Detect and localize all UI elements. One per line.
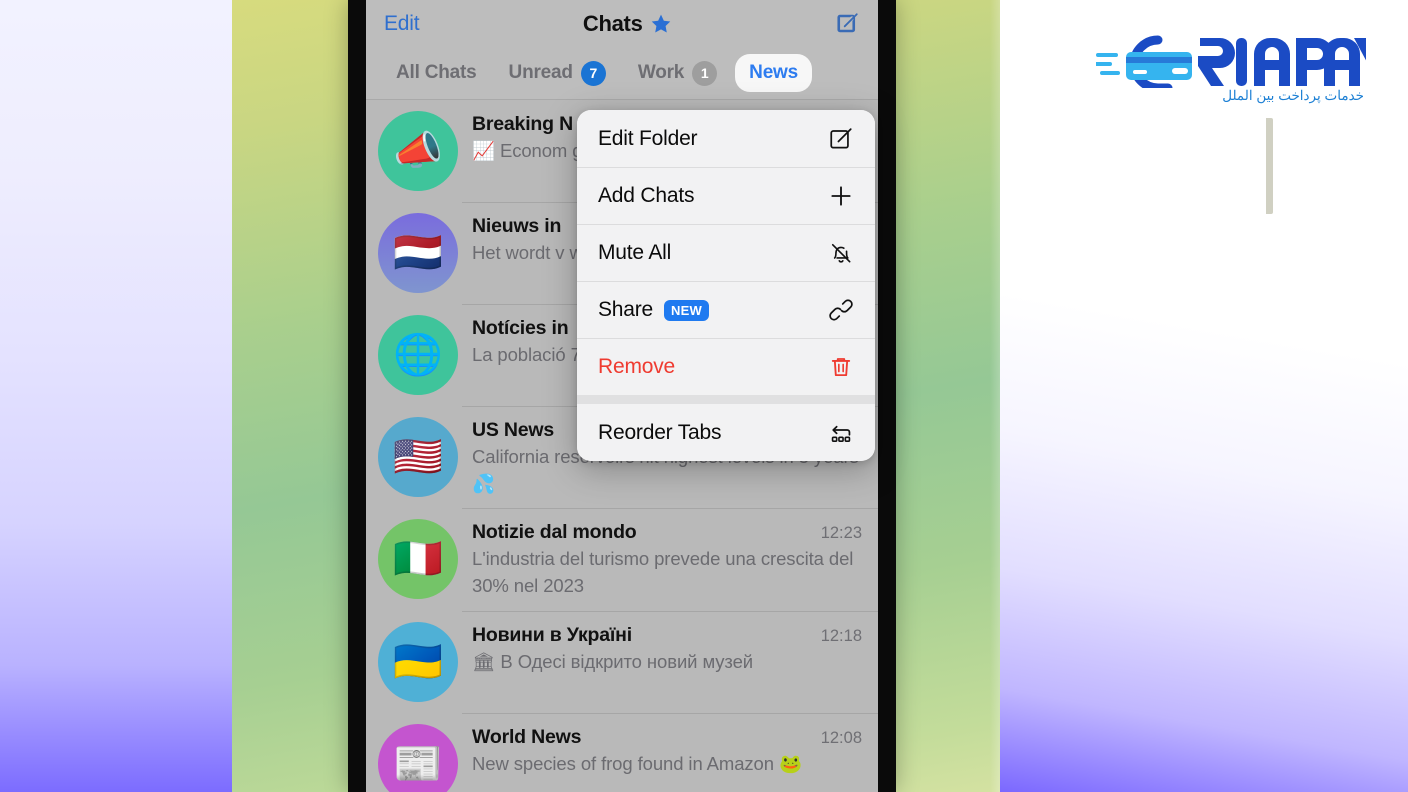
- chat-timestamp: 12:08: [820, 728, 862, 747]
- menu-item-add-chats-label: Add Chats: [598, 184, 695, 207]
- tab-all-chats-label: All Chats: [396, 62, 477, 83]
- chat-title: Nieuws in: [472, 215, 562, 237]
- link-icon: [829, 299, 853, 321]
- logo-subtitle: خدمات پرداخت بین الملل: [1222, 88, 1364, 103]
- tab-unread-label: Unread: [508, 62, 573, 83]
- chat-title: Breaking N: [472, 113, 573, 135]
- menu-item-edit-folder[interactable]: Edit Folder: [577, 110, 875, 167]
- chat-title: Notícies in: [472, 317, 569, 339]
- new-badge: NEW: [664, 299, 709, 321]
- menu-item-reorder-tabs-label: Reorder Tabs: [598, 420, 722, 444]
- chat-title: World News: [472, 725, 582, 748]
- logo-mark: [1096, 35, 1366, 88]
- menu-item-mute-all[interactable]: Mute All: [577, 224, 875, 281]
- tab-news-label: News: [749, 62, 799, 83]
- compose-icon[interactable]: [835, 11, 860, 36]
- reorder-icon: [831, 425, 851, 442]
- avatar: 🇳🇱: [378, 213, 458, 293]
- chat-timestamp: 12:18: [820, 626, 862, 645]
- folder-context-menu: Edit Folder Add Chats Mute All Share NEW: [577, 110, 875, 461]
- menu-item-mute-all-label: Mute All: [598, 241, 672, 264]
- star-icon: [651, 14, 670, 33]
- chat-preview: New species of frog found in Amazon 🐸: [472, 752, 802, 774]
- phone-power-button: [1266, 118, 1273, 214]
- plus-icon: [831, 186, 851, 206]
- avatar: 🇺🇸: [378, 417, 458, 497]
- chat-list-item[interactable]: 🇮🇹 Notizie dal mondo 12:23 L'industria d…: [366, 508, 878, 610]
- page-title-label: Chats: [582, 10, 643, 36]
- menu-item-share[interactable]: Share NEW: [577, 281, 875, 338]
- tab-unread-badge: 7: [580, 60, 606, 86]
- tab-unread[interactable]: Unread 7: [495, 53, 620, 94]
- chat-preview: L'industria del turismo prevede una cres…: [472, 548, 854, 596]
- chat-title: US News: [472, 419, 555, 441]
- avatar: 📣: [378, 111, 458, 191]
- chat-folder-tabs: All Chats Unread 7 Work 1 News: [366, 47, 878, 100]
- menu-item-add-chats[interactable]: Add Chats: [577, 167, 875, 224]
- menu-item-remove-label: Remove: [598, 355, 675, 378]
- tab-work-badge: 1: [692, 60, 718, 86]
- ariapay-logo: خدمات پرداخت بین الملل: [1096, 30, 1366, 103]
- edit-square-icon: [830, 127, 852, 149]
- chat-list-item[interactable]: 🇺🇦 Новини в Україні 12:18 🏛 В Одесі відк…: [366, 610, 878, 713]
- tab-all-chats[interactable]: All Chats: [382, 54, 491, 92]
- bell-slash-icon: [831, 243, 851, 263]
- menu-separator: [577, 395, 875, 404]
- menu-item-share-label: Share: [598, 298, 654, 321]
- avatar: 📰: [378, 723, 458, 792]
- chat-list-item[interactable]: 📰 World News 12:08 New species of frog f…: [366, 712, 878, 792]
- trash-icon: [831, 358, 851, 377]
- menu-item-edit-folder-label: Edit Folder: [598, 126, 698, 150]
- chat-title: Новини в Україні: [472, 623, 632, 646]
- tab-work-label: Work: [637, 62, 685, 83]
- page-title: Chats: [583, 11, 672, 37]
- avatar: 🌐: [378, 315, 458, 395]
- tab-work[interactable]: Work 1: [624, 53, 731, 94]
- chat-title: Notizie dal mondo: [472, 521, 637, 544]
- chat-preview: 🏛 В Одесі відкрито новий музей: [472, 650, 754, 672]
- avatar: 🇮🇹: [378, 519, 458, 600]
- chat-timestamp: 12:23: [820, 524, 862, 543]
- avatar: 🇺🇦: [378, 621, 458, 702]
- menu-item-reorder-tabs[interactable]: Reorder Tabs: [577, 404, 875, 461]
- tab-news[interactable]: News: [735, 54, 813, 92]
- navigation-bar: Edit Chats: [366, 0, 878, 47]
- edit-button[interactable]: Edit: [384, 12, 420, 36]
- background-right-gradient: [1000, 0, 1408, 792]
- menu-item-remove[interactable]: Remove: [577, 338, 875, 395]
